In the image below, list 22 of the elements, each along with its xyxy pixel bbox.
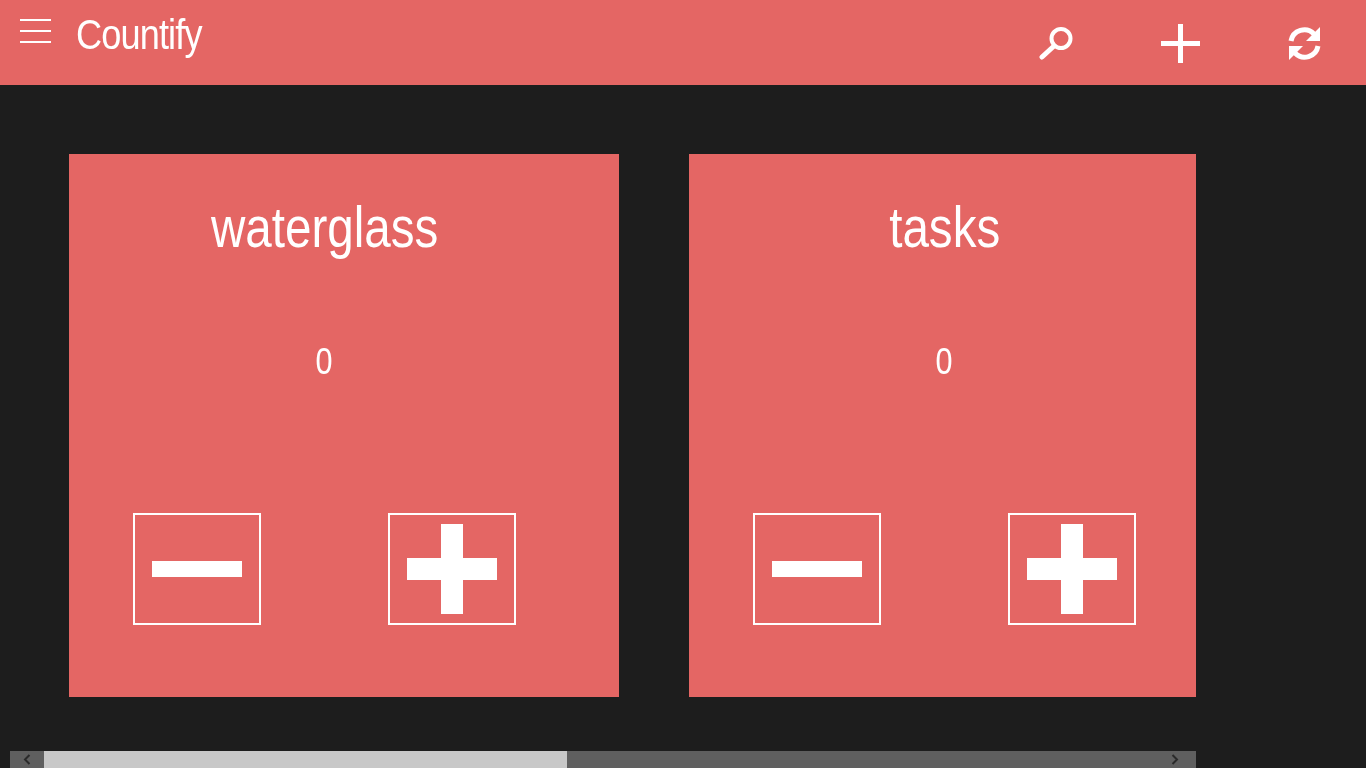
app-title: Countify [76,10,202,60]
scrollbar-thumb[interactable] [44,751,567,768]
horizontal-scrollbar[interactable] [10,751,1196,768]
minus-icon [152,561,242,577]
menu-icon [19,19,51,43]
counter-value: 0 [936,340,953,384]
increment-button[interactable] [388,513,516,625]
chevron-left-icon[interactable] [23,754,31,765]
counter-value: 0 [316,340,333,384]
chevron-right-icon[interactable] [1171,754,1179,765]
plus-icon [1160,23,1200,63]
decrement-button[interactable] [133,513,261,625]
increment-button[interactable] [1008,513,1136,625]
counter-name: waterglass [210,193,439,261]
plus-icon [1027,524,1117,614]
search-icon [1038,26,1074,60]
plus-icon [407,524,497,614]
counter-name: tasks [889,193,1000,261]
decrement-button[interactable] [753,513,881,625]
minus-icon [772,561,862,577]
menu-button[interactable] [18,17,52,45]
refresh-icon [1286,24,1322,62]
